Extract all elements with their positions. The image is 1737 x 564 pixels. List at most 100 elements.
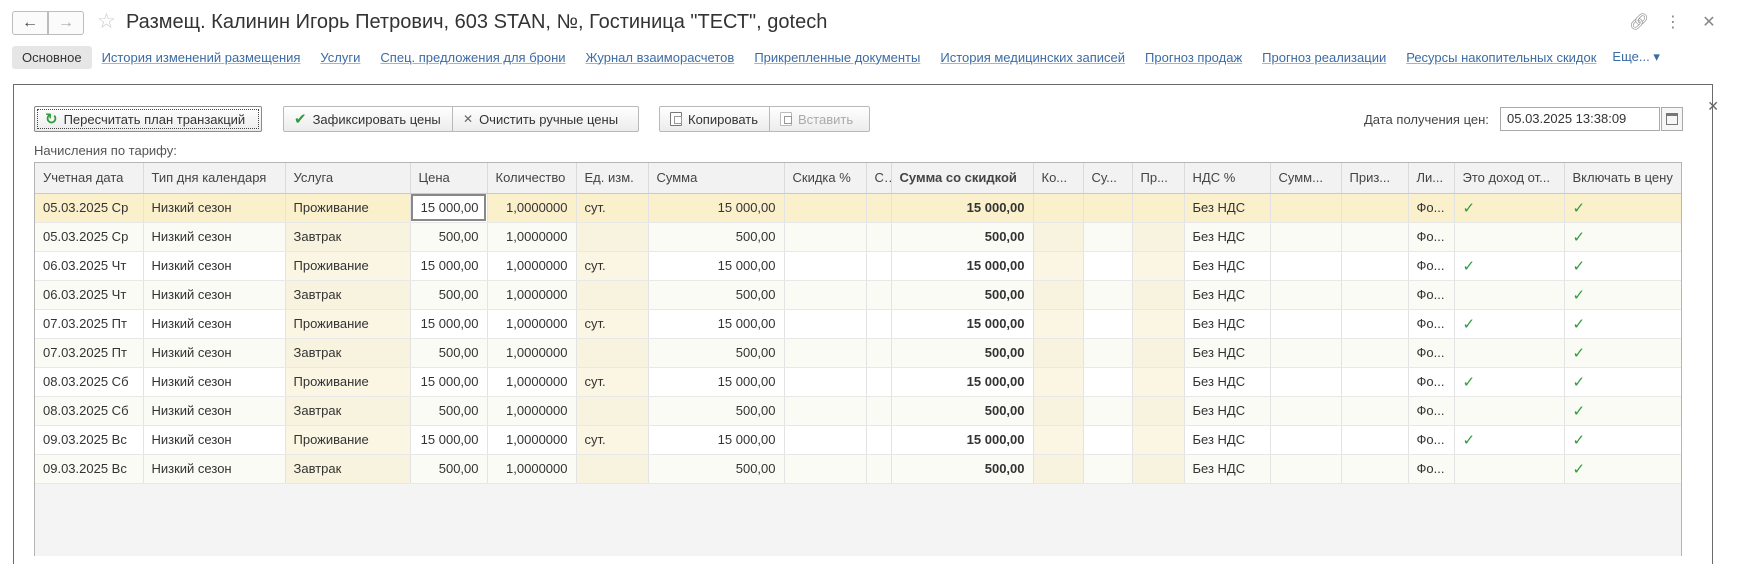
table-cell[interactable]: сут. [576, 425, 649, 455]
table-cell[interactable]: 500,00 [410, 280, 488, 310]
table-cell[interactable]: 15 000,00 [891, 367, 1034, 397]
table-cell[interactable]: Без НДС [1184, 425, 1271, 455]
column-header[interactable]: НДС % [1184, 163, 1271, 194]
table-cell[interactable] [1033, 222, 1084, 252]
table-cell[interactable]: Без НДС [1184, 280, 1271, 310]
table-cell[interactable]: Фо... [1408, 251, 1455, 281]
table-cell[interactable] [1341, 309, 1409, 339]
check-cell[interactable]: ✓ [1564, 193, 1681, 223]
table-cell[interactable]: 500,00 [648, 222, 785, 252]
table-row[interactable]: 08.03.2025 Сб Низкий сезон Проживание 15 00… [35, 367, 1681, 397]
check-cell[interactable]: ✓ [1564, 367, 1681, 397]
table-cell[interactable] [1341, 367, 1409, 397]
table-cell[interactable] [784, 222, 867, 252]
close-icon[interactable]: ✕ [1701, 12, 1717, 32]
table-cell[interactable]: Завтрак [285, 280, 411, 310]
column-header[interactable]: Учетная дата [35, 163, 144, 194]
table-cell[interactable]: 05.03.2025 Ср [35, 222, 144, 252]
table-cell[interactable] [1033, 396, 1084, 426]
table-cell[interactable] [1132, 222, 1185, 252]
table-cell[interactable]: 15 000,00 [648, 367, 785, 397]
table-cell[interactable]: 1,0000000 [487, 425, 577, 455]
tab-realization-forecast[interactable]: Прогноз реализации [1252, 46, 1396, 69]
table-cell[interactable]: Без НДС [1184, 367, 1271, 397]
table-cell[interactable]: 06.03.2025 Чт [35, 280, 144, 310]
table-cell[interactable] [1270, 309, 1342, 339]
table-cell[interactable]: Фо... [1408, 280, 1455, 310]
table-cell[interactable] [866, 251, 892, 281]
table-cell[interactable]: 15 000,00 [891, 425, 1034, 455]
table-row[interactable]: 06.03.2025 Чт Низкий сезон Проживание 15 00… [35, 251, 1681, 281]
table-cell[interactable] [1341, 280, 1409, 310]
more-tabs-button[interactable]: Еще... ▾ [1606, 45, 1665, 69]
table-cell[interactable] [784, 193, 867, 223]
table-cell[interactable]: 500,00 [648, 396, 785, 426]
table-cell[interactable] [784, 454, 867, 484]
check-cell[interactable]: ✓ [1454, 309, 1565, 339]
table-cell[interactable]: 15 000,00 [648, 425, 785, 455]
table-cell[interactable] [1083, 280, 1133, 310]
table-cell[interactable] [1341, 338, 1409, 368]
table-cell[interactable]: Низкий сезон [143, 367, 286, 397]
table-cell[interactable]: 500,00 [891, 338, 1034, 368]
column-header[interactable]: Скидка % [784, 163, 867, 194]
table-cell[interactable] [1033, 454, 1084, 484]
forward-button[interactable]: → [48, 11, 84, 35]
table-row[interactable]: 05.03.2025 Ср Низкий сезон Завтрак 500,00 1,… [35, 222, 1681, 252]
table-cell[interactable]: 500,00 [891, 280, 1034, 310]
table-cell[interactable]: 1,0000000 [487, 367, 577, 397]
table-cell[interactable] [1132, 338, 1185, 368]
table-cell[interactable] [866, 309, 892, 339]
table-cell[interactable] [1270, 193, 1342, 223]
check-cell[interactable]: ✓ [1564, 338, 1681, 368]
back-button[interactable]: ← [12, 11, 48, 35]
tab-discounts[interactable]: Ресурсы накопительных скидок [1396, 46, 1606, 69]
check-cell[interactable]: ✓ [1564, 251, 1681, 281]
table-cell[interactable]: 15 000,00 [891, 251, 1034, 281]
table-cell[interactable] [866, 454, 892, 484]
table-cell[interactable]: Без НДС [1184, 222, 1271, 252]
table-cell[interactable]: 15 000,00 [410, 251, 488, 281]
table-cell[interactable]: Низкий сезон [143, 193, 286, 223]
table-cell[interactable] [1033, 193, 1084, 223]
table-cell[interactable]: 1,0000000 [487, 222, 577, 252]
paste-button[interactable]: Вставить [770, 106, 870, 132]
table-cell[interactable]: 500,00 [410, 396, 488, 426]
check-cell[interactable]: ✓ [1564, 222, 1681, 252]
table-cell[interactable] [576, 396, 649, 426]
table-cell[interactable]: 500,00 [648, 280, 785, 310]
link-icon[interactable]: 🔗︎ [1629, 12, 1649, 32]
table-cell[interactable]: 500,00 [410, 222, 488, 252]
table-cell[interactable]: Проживание [285, 425, 411, 455]
star-icon[interactable]: ☆ [97, 11, 116, 33]
check-cell[interactable]: ✓ [1564, 309, 1681, 339]
table-cell[interactable] [576, 454, 649, 484]
table-cell[interactable] [1083, 338, 1133, 368]
table-cell[interactable]: Проживание [285, 367, 411, 397]
table-cell[interactable]: 500,00 [648, 454, 785, 484]
table-cell[interactable] [576, 280, 649, 310]
check-cell[interactable]: ✓ [1564, 425, 1681, 455]
table-cell[interactable]: 15 000,00 [891, 309, 1034, 339]
table-cell[interactable] [1033, 280, 1084, 310]
table-cell[interactable] [1033, 367, 1084, 397]
table-cell[interactable] [1083, 193, 1133, 223]
check-cell[interactable]: ✓ [1454, 367, 1565, 397]
table-cell[interactable]: Низкий сезон [143, 309, 286, 339]
table-cell[interactable]: Без НДС [1184, 454, 1271, 484]
check-cell[interactable]: ✓ [1564, 280, 1681, 310]
tab-medical[interactable]: История медицинских записей [930, 46, 1135, 69]
column-header[interactable]: Тип дня календаря [143, 163, 286, 194]
table-cell[interactable]: Низкий сезон [143, 222, 286, 252]
table-cell[interactable]: 1,0000000 [487, 309, 577, 339]
table-cell[interactable]: сут. [576, 309, 649, 339]
table-cell[interactable]: Проживание [285, 193, 411, 223]
table-cell[interactable] [1132, 309, 1185, 339]
table-cell[interactable] [1270, 251, 1342, 281]
table-cell[interactable] [1270, 425, 1342, 455]
check-cell[interactable]: ✓ [1564, 454, 1681, 484]
table-cell[interactable] [1341, 454, 1409, 484]
table-cell[interactable] [1033, 309, 1084, 339]
table-cell[interactable] [1033, 425, 1084, 455]
column-header[interactable]: Включать в цену [1564, 163, 1681, 194]
